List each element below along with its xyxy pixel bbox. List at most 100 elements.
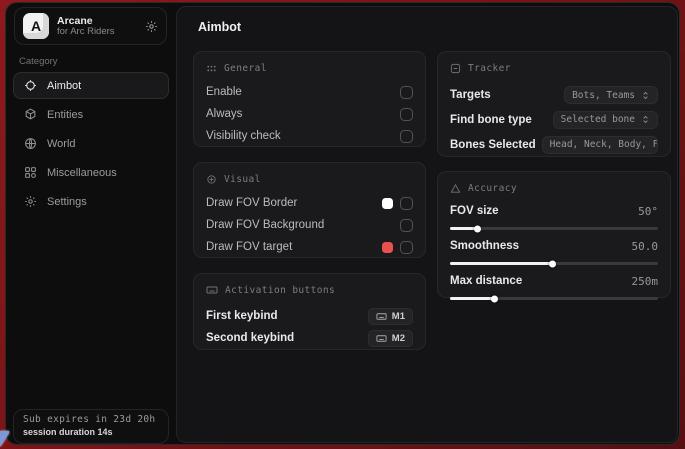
- setting-row: Targets Bots, Teams: [450, 83, 658, 107]
- gear-icon: [24, 195, 37, 208]
- setting-label: Draw FOV target: [206, 241, 382, 253]
- gear-icon[interactable]: [145, 20, 158, 33]
- setting-row: Draw FOV Background: [206, 214, 413, 236]
- brand-logo: A: [23, 13, 49, 39]
- max-distance-slider[interactable]: [450, 297, 658, 300]
- setting-row: First keybind M1: [206, 305, 413, 327]
- setting-label: Always: [206, 108, 400, 120]
- category-label: Category: [19, 56, 58, 67]
- sidebar-item-aimbot[interactable]: Aimbot: [13, 72, 169, 99]
- sidebar-item-label: Settings: [47, 196, 87, 208]
- fov-background-checkbox[interactable]: [400, 219, 413, 232]
- sidebar-item-label: Miscellaneous: [47, 167, 117, 179]
- panel-general: General Enable Always Visibility check: [193, 51, 426, 147]
- keybind-value: M2: [392, 333, 405, 344]
- select-value: Bots, Teams: [572, 90, 635, 101]
- scan-frame-icon: [450, 63, 461, 74]
- setting-row: Draw FOV Border: [206, 192, 413, 214]
- second-keybind-button[interactable]: M2: [368, 330, 413, 347]
- fov-target-checkbox[interactable]: [400, 241, 413, 254]
- unfold-more-icon: [641, 114, 650, 125]
- panel-title: Visual: [224, 174, 261, 185]
- setting-value: 250m: [632, 275, 659, 288]
- grid-icon: [24, 166, 37, 179]
- fov-target-color-swatch[interactable]: [382, 242, 393, 253]
- brand-subtitle: for Arc Riders: [57, 27, 137, 38]
- setting-label: FOV size: [450, 205, 638, 217]
- first-keybind-button[interactable]: M1: [368, 308, 413, 325]
- slider-thumb[interactable]: [491, 295, 498, 302]
- sidebar-item-world[interactable]: World: [13, 130, 169, 157]
- setting-row: Find bone type Selected bone: [450, 107, 658, 132]
- setting-label: Visibility check: [206, 130, 400, 142]
- setting-row: Bones Selected Head, Neck, Body, Fe...: [450, 132, 658, 157]
- select-value: Selected bone: [561, 114, 635, 125]
- page-title: Aimbot: [198, 20, 241, 34]
- sidebar-item-label: Entities: [47, 109, 83, 121]
- sub-expiry-text: Sub expires in 23d 20h: [23, 414, 159, 425]
- sidebar-item-label: World: [47, 138, 76, 150]
- panel-accuracy: Accuracy FOV size 50° Smoothness 50.0: [437, 171, 671, 298]
- fov-border-color-swatch[interactable]: [382, 198, 393, 209]
- visibility-check-checkbox[interactable]: [400, 130, 413, 143]
- panel-title: Tracker: [468, 63, 511, 74]
- setting-value: 50.0: [632, 240, 659, 253]
- panel-title: Activation buttons: [225, 285, 335, 296]
- setting-value: 50°: [638, 205, 658, 218]
- sidebar-item-settings[interactable]: Settings: [13, 188, 169, 215]
- slider-thumb[interactable]: [549, 260, 556, 267]
- setting-label: Smoothness: [450, 240, 632, 252]
- setting-row: Second keybind M2: [206, 327, 413, 349]
- crosshair-icon: [24, 79, 37, 92]
- fov-border-checkbox[interactable]: [400, 197, 413, 210]
- slider-group-smoothness: Smoothness 50.0: [450, 238, 658, 265]
- keyboard-icon: [206, 284, 218, 296]
- setting-label: Enable: [206, 86, 400, 98]
- brand-card: A Arcane for Arc Riders: [14, 7, 167, 45]
- setting-label: Draw FOV Border: [206, 197, 382, 209]
- bone-type-select[interactable]: Selected bone: [553, 111, 658, 129]
- bones-selected-select[interactable]: Head, Neck, Body, Fe...: [542, 136, 658, 154]
- select-value: Head, Neck, Body, Fe...: [550, 139, 658, 150]
- targets-select[interactable]: Bots, Teams: [564, 86, 658, 104]
- unfold-more-icon: [641, 90, 650, 101]
- mouse-cursor: [0, 431, 9, 447]
- sidebar-item-label: Aimbot: [47, 80, 81, 92]
- slider-thumb[interactable]: [474, 225, 481, 232]
- panel-tracker: Tracker Targets Bots, Teams Find bone ty…: [437, 51, 671, 157]
- session-duration-text: session duration 14s: [23, 427, 159, 437]
- fov-size-slider[interactable]: [450, 227, 658, 230]
- always-checkbox[interactable]: [400, 108, 413, 121]
- setting-label: Second keybind: [206, 332, 368, 344]
- setting-row: Always: [206, 103, 413, 125]
- main-content: Aimbot General Enable Always: [176, 6, 678, 443]
- panel-title: General: [224, 63, 267, 74]
- setting-label: Find bone type: [450, 114, 553, 126]
- sidebar-item-miscellaneous[interactable]: Miscellaneous: [13, 159, 169, 186]
- triangle-icon: [450, 183, 461, 194]
- keyboard-icon: [376, 333, 387, 344]
- dots-grid-icon: [206, 63, 217, 74]
- brand-name: Arcane: [57, 15, 137, 27]
- circle-plus-icon: [206, 174, 217, 185]
- keybind-value: M1: [392, 311, 405, 322]
- sidebar-item-entities[interactable]: Entities: [13, 101, 169, 128]
- setting-label: First keybind: [206, 310, 368, 322]
- slider-group-fov-size: FOV size 50°: [450, 203, 658, 230]
- subscription-info: Sub expires in 23d 20h session duration …: [13, 409, 169, 444]
- cube-icon: [24, 108, 37, 121]
- globe-icon: [24, 137, 37, 150]
- enable-checkbox[interactable]: [400, 86, 413, 99]
- smoothness-slider[interactable]: [450, 262, 658, 265]
- panel-title: Accuracy: [468, 183, 517, 194]
- setting-label: Max distance: [450, 275, 632, 287]
- panel-visual: Visual Draw FOV Border Draw FOV Backgrou…: [193, 162, 426, 258]
- setting-row: Draw FOV target: [206, 236, 413, 258]
- slider-group-max-distance: Max distance 250m: [450, 273, 658, 300]
- keyboard-icon: [376, 311, 387, 322]
- setting-row: Enable: [206, 81, 413, 103]
- sidebar-nav: Aimbot Entities World: [13, 72, 169, 215]
- setting-label: Targets: [450, 89, 564, 101]
- app-window: A Arcane for Arc Riders Category: [5, 2, 680, 445]
- setting-label: Bones Selected: [450, 139, 536, 151]
